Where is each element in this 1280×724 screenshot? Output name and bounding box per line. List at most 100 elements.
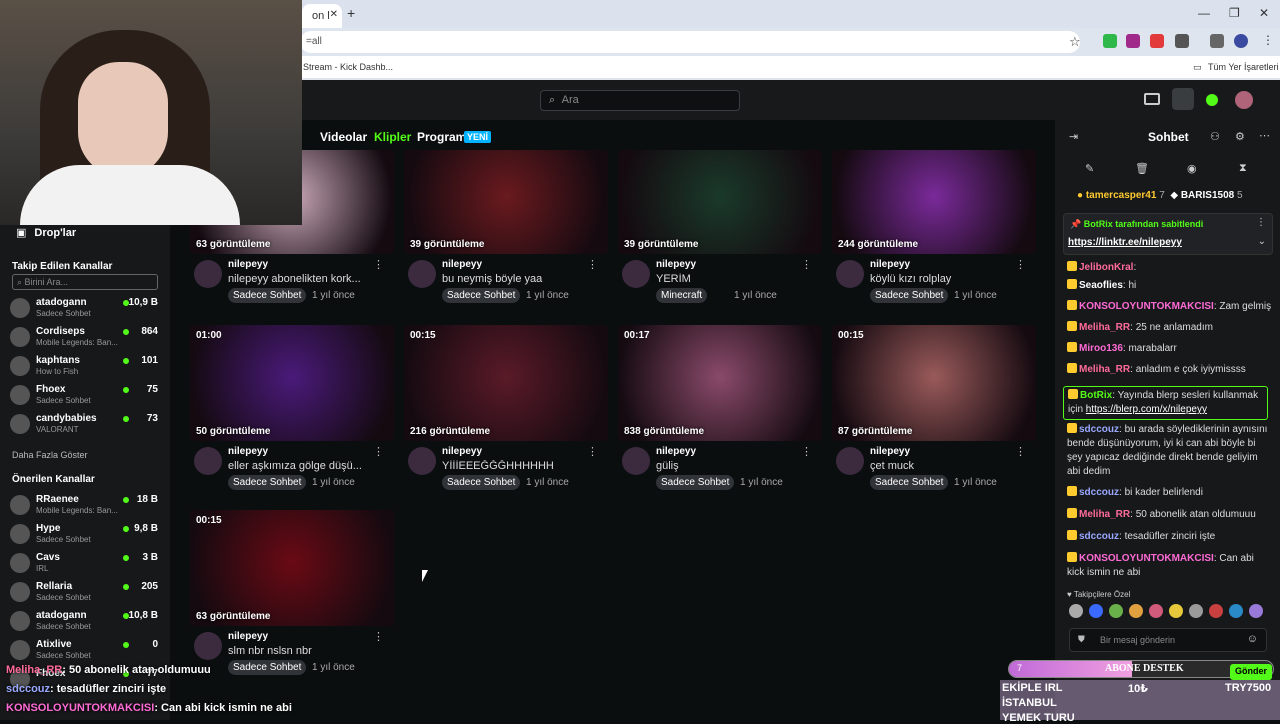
emote-icon[interactable] — [1109, 604, 1123, 618]
clip-category[interactable]: Sadece Sohbet — [656, 475, 735, 490]
chat-message[interactable]: BotRix: Yayında blerp sesleri kullanmak … — [1063, 386, 1268, 420]
clip-title[interactable]: slm nbr nslsn nbr — [228, 645, 368, 657]
emote-icon[interactable] — [1149, 604, 1163, 618]
kebab-menu-icon[interactable]: ⋮ — [801, 445, 812, 458]
chat-more-icon[interactable]: ⋯ — [1259, 129, 1270, 142]
chat-link[interactable]: https://blerp.com/x/nilepeyy — [1086, 404, 1207, 415]
show-more-link[interactable]: Daha Fazla Göster — [12, 450, 88, 460]
clip-category[interactable]: Sadece Sohbet — [228, 475, 307, 490]
clip-author[interactable]: nilepeyy — [656, 259, 696, 270]
channel-row[interactable]: kaphtans How to Fish 101 — [10, 352, 162, 380]
channel-row[interactable]: Cordiseps Mobile Legends: Ban... 864 — [10, 323, 162, 351]
clip-title[interactable]: YİİİEEEĞĞĞHHHHHH — [442, 460, 582, 472]
clip-author[interactable]: nilepeyy — [228, 631, 268, 642]
clip-thumbnail[interactable]: 39 görüntüleme — [618, 150, 822, 254]
kebab-menu-icon[interactable]: ⋮ — [587, 258, 598, 271]
kebab-menu-icon[interactable]: ⋮ — [373, 445, 384, 458]
clip-card[interactable]: 01:00 50 görüntüleme nilepeyy eller aşkımız… — [190, 325, 394, 495]
user-avatar[interactable] — [1235, 91, 1253, 109]
chat-message[interactable]: Seaoflies: hi — [1067, 279, 1272, 293]
gifter-name[interactable]: BARIS1508 — [1181, 190, 1234, 201]
chat-username[interactable]: JelibonKral — [1079, 262, 1133, 273]
clip-category[interactable]: Minecraft — [656, 288, 708, 303]
chat-message[interactable]: Miroo136: marabalarr — [1067, 342, 1272, 356]
kebab-menu-icon[interactable]: ⋮ — [1015, 445, 1026, 458]
dashboard-icon[interactable] — [1172, 88, 1194, 110]
kebab-menu-icon[interactable]: ⋮ — [373, 630, 384, 643]
profile-avatar[interactable] — [1234, 34, 1248, 48]
close-tab-icon[interactable]: ✕ — [330, 9, 338, 20]
kebab-menu-icon[interactable]: ⋮ — [801, 258, 812, 271]
chat-username[interactable]: KONSOLOYUNTOKMAKCISI — [1079, 553, 1214, 564]
clip-thumbnail[interactable]: 00:15 216 görüntüleme — [404, 325, 608, 441]
chevron-down-icon[interactable]: ⌄ — [1258, 236, 1266, 247]
clip-author[interactable]: nilepeyy — [442, 259, 482, 270]
kebab-menu-icon[interactable]: ⋮ — [587, 445, 598, 458]
menu-list-icon[interactable] — [1210, 34, 1224, 48]
avatar[interactable] — [622, 260, 650, 288]
clip-thumbnail[interactable]: 01:00 50 görüntüleme — [190, 325, 394, 441]
avatar[interactable] — [622, 447, 650, 475]
chat-message[interactable]: KONSOLOYUNTOKMAKCISI: Zam gelmiş — [1067, 300, 1272, 314]
emoji-icon[interactable]: ☺ — [1247, 633, 1258, 645]
clip-author[interactable]: nilepeyy — [228, 259, 268, 270]
extension-icon[interactable] — [1150, 34, 1164, 48]
avatar[interactable] — [194, 260, 222, 288]
chat-message[interactable]: Meliha_RR: anladım e çok iyiymissss — [1067, 363, 1272, 377]
chat-message[interactable]: KONSOLOYUNTOKMAKCISI: Can abi kick ismin… — [1067, 552, 1272, 580]
emote-icon[interactable] — [1249, 604, 1263, 618]
timer-icon[interactable]: ⧗ — [1239, 162, 1247, 175]
chat-message[interactable]: sdccouz: bi kader belirlendi — [1067, 486, 1272, 500]
clip-author[interactable]: nilepeyy — [870, 446, 910, 457]
channel-row[interactable]: Hype Sadece Sohbet 9,8 B — [10, 520, 162, 548]
clip-category[interactable]: Sadece Sohbet — [870, 288, 949, 303]
clip-card[interactable]: 00:15 216 görüntüleme nilepeyy YİİİEEEĞĞĞHH… — [404, 325, 608, 495]
clip-title[interactable]: köylü kızı rolplay — [870, 273, 1010, 285]
channel-row[interactable]: Cavs IRL 3 B — [10, 549, 162, 577]
clip-title[interactable]: güliş — [656, 460, 796, 472]
clip-category[interactable]: Sadece Sohbet — [870, 475, 949, 490]
chat-settings-icon[interactable]: ⚙ — [1235, 130, 1245, 143]
kebab-menu-icon[interactable]: ⋮ — [1015, 258, 1026, 271]
chat-message[interactable]: Meliha_RR: 25 ne anlamadım — [1067, 321, 1272, 335]
star-icon[interactable]: ☆ — [1069, 34, 1081, 50]
clip-card[interactable]: 39 görüntüleme nilepeyy bu neymiş böyle ya… — [404, 150, 608, 320]
clip-thumbnail[interactable]: 00:15 87 görüntüleme — [832, 325, 1036, 441]
emote-icon[interactable] — [1189, 604, 1203, 618]
chat-message[interactable]: JelibonKral: — [1067, 261, 1272, 275]
pin-tool-icon[interactable]: ✎ — [1085, 162, 1094, 175]
avatar[interactable] — [194, 447, 222, 475]
clip-author[interactable]: nilepeyy — [656, 446, 696, 457]
tab-clips[interactable]: Klipler — [374, 130, 411, 144]
pinned-message[interactable]: 📌 BotRix tarafından sabitlendi https://l… — [1063, 213, 1273, 255]
clip-card[interactable]: 39 görüntüleme nilepeyy YERİM Minecraft 1 yı… — [618, 150, 822, 320]
bookmark-item[interactable]: Stream - Kick Dashb... — [303, 62, 393, 72]
trash-icon[interactable]: 🗑 — [1135, 162, 1149, 175]
pinned-link[interactable]: https://linktr.ee/nilepeyy — [1068, 237, 1182, 248]
chat-username[interactable]: Seaoflies — [1079, 280, 1123, 291]
minimize-icon[interactable]: — — [1198, 6, 1210, 20]
kebab-menu-icon[interactable]: ⋮ — [1262, 33, 1274, 47]
clip-title[interactable]: çet muck — [870, 460, 1010, 472]
theater-icon[interactable] — [1144, 93, 1160, 105]
channel-search-input[interactable]: ⌕ Birini Ara... — [12, 274, 158, 290]
puzzle-icon[interactable] — [1175, 34, 1189, 48]
avatar[interactable] — [408, 447, 436, 475]
chat-username[interactable]: KONSOLOYUNTOKMAKCISI — [1079, 301, 1214, 312]
chat-username[interactable]: sdccouz — [1079, 424, 1119, 435]
chat-username[interactable]: BotRix — [1080, 390, 1112, 401]
address-bar[interactable]: =all — [300, 31, 1080, 53]
chat-username[interactable]: Meliha_RR — [1079, 322, 1130, 333]
avatar[interactable] — [836, 447, 864, 475]
clip-title[interactable]: eller aşkımıza gölge düşü... — [228, 460, 368, 472]
tab-schedule[interactable]: Program — [417, 130, 466, 144]
chat-username[interactable]: Meliha_RR — [1079, 509, 1130, 520]
chat-username[interactable]: Meliha_RR — [1079, 364, 1130, 375]
clip-category[interactable]: Sadece Sohbet — [442, 288, 521, 303]
clip-author[interactable]: nilepeyy — [442, 446, 482, 457]
emote-icon[interactable] — [1169, 604, 1183, 618]
clip-thumbnail[interactable]: 00:15 63 görüntüleme — [190, 510, 394, 626]
send-button[interactable]: Gönder — [1230, 664, 1273, 680]
channel-row[interactable]: candybabies VALORANT 73 — [10, 410, 162, 438]
emote-icon[interactable] — [1129, 604, 1143, 618]
